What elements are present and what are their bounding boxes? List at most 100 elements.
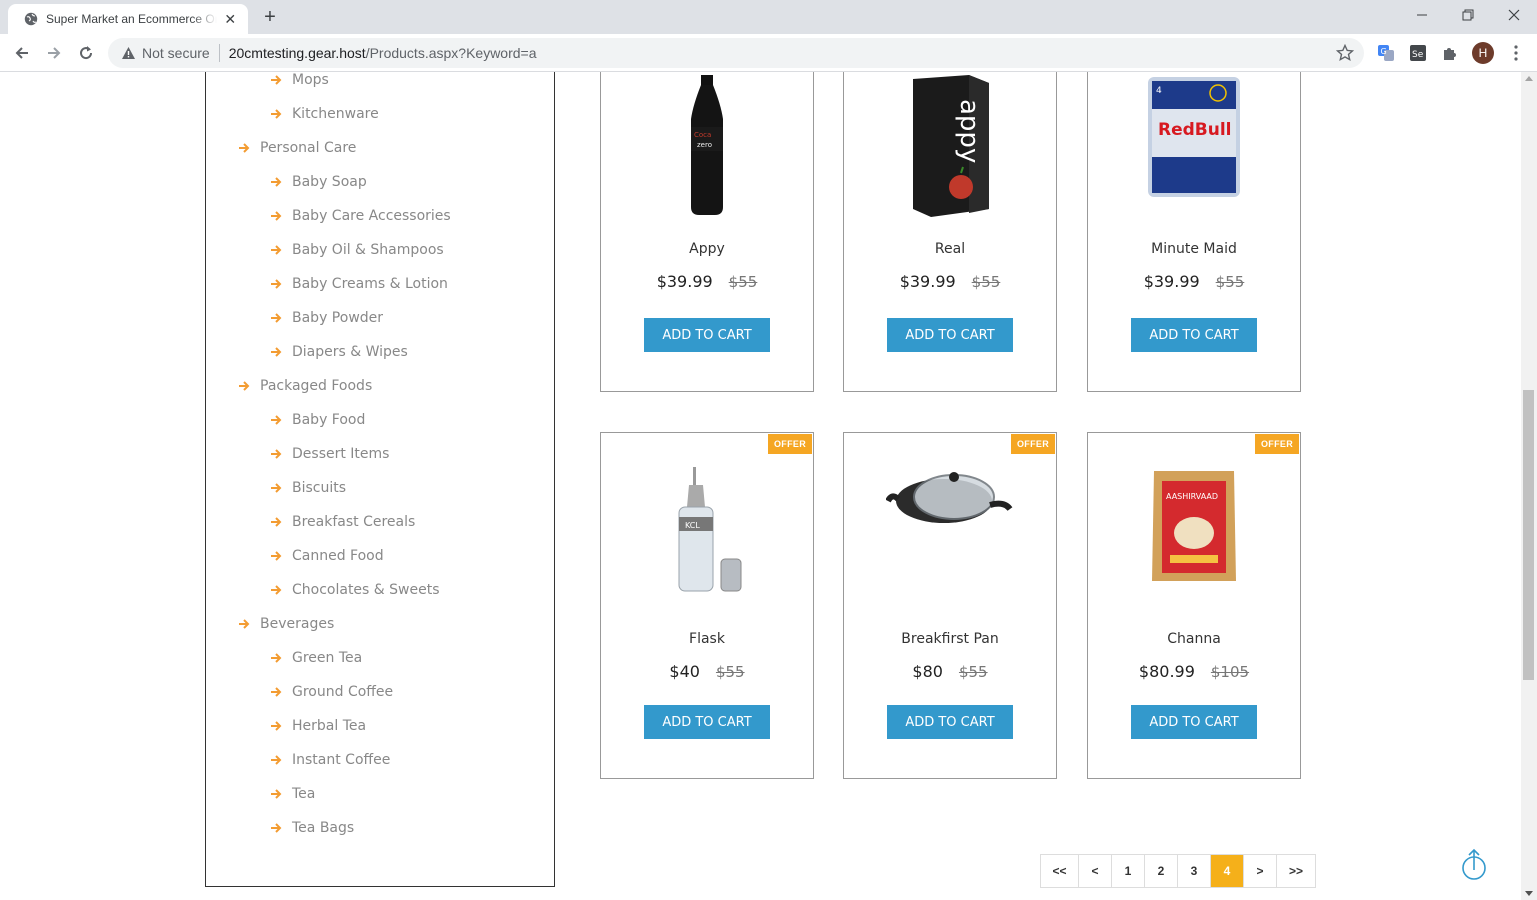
category-item[interactable]: Tea: [270, 786, 315, 802]
svg-text:G: G: [1381, 47, 1387, 56]
product-card: RedBull 4 Minute Maid $39.99 $55 ADD TO CART: [1087, 72, 1301, 392]
category-item[interactable]: Canned Food: [270, 548, 384, 564]
translate-extension-icon[interactable]: G: [1376, 43, 1396, 63]
add-to-cart-button[interactable]: ADD TO CART: [887, 705, 1013, 739]
svg-text:Coca: Coca: [694, 131, 711, 139]
page-prev-button[interactable]: <: [1079, 855, 1112, 887]
svg-text:RedBull: RedBull: [1158, 120, 1232, 140]
category-item[interactable]: Personal Care: [238, 140, 356, 156]
page-last-button[interactable]: >>: [1277, 855, 1315, 887]
add-to-cart-button[interactable]: ADD TO CART: [887, 318, 1013, 352]
category-item[interactable]: Baby Soap: [270, 174, 367, 190]
category-item[interactable]: Baby Creams & Lotion: [270, 276, 448, 292]
bookmark-star-icon[interactable]: [1335, 43, 1355, 62]
product-image[interactable]: RedBull 4: [1088, 75, 1300, 199]
address-separator: [218, 44, 220, 62]
new-tab-icon[interactable]: +: [258, 6, 282, 28]
page-scrollbar[interactable]: [1521, 72, 1537, 900]
forward-icon[interactable]: [42, 41, 66, 65]
category-label: Baby Powder: [292, 310, 384, 326]
add-to-cart-button[interactable]: ADD TO CART: [1131, 318, 1257, 352]
category-item[interactable]: Packaged Foods: [238, 378, 372, 394]
page-first-button[interactable]: <<: [1041, 855, 1079, 887]
minimize-icon[interactable]: [1399, 0, 1445, 30]
category-label: Packaged Foods: [260, 378, 373, 394]
category-label: Herbal Tea: [292, 718, 367, 734]
scroll-down-icon[interactable]: [1525, 891, 1533, 896]
category-label: Dessert Items: [292, 446, 390, 462]
product-prices: $40 $55: [601, 662, 813, 681]
product-image[interactable]: appy: [844, 75, 1056, 217]
product-image[interactable]: Coca zero: [601, 75, 813, 215]
product-old-price: $55: [1215, 273, 1245, 291]
product-price: $80: [912, 662, 943, 681]
product-name[interactable]: Breakfirst Pan: [844, 631, 1056, 647]
arrow-right-icon: [238, 618, 250, 630]
scroll-up-icon[interactable]: [1525, 76, 1533, 81]
add-to-cart-button[interactable]: ADD TO CART: [644, 318, 770, 352]
warning-icon[interactable]: [120, 45, 136, 61]
arrow-right-icon: [270, 278, 282, 290]
category-label: Green Tea: [292, 650, 363, 666]
page-number-button[interactable]: 1: [1112, 855, 1145, 887]
category-item[interactable]: Mops: [270, 72, 329, 88]
category-item[interactable]: Baby Care Accessories: [270, 208, 451, 224]
category-item[interactable]: Green Tea: [270, 650, 362, 666]
product-price: $39.99: [656, 272, 713, 291]
category-item[interactable]: Ground Coffee: [270, 684, 393, 700]
product-image[interactable]: KCL: [601, 467, 813, 595]
add-to-cart-button[interactable]: ADD TO CART: [644, 705, 770, 739]
tab-close-icon[interactable]: ✕: [223, 11, 239, 28]
category-label: Baby Soap: [292, 174, 367, 190]
more-menu-icon[interactable]: [1506, 43, 1526, 63]
selenium-extension-icon[interactable]: Se: [1408, 43, 1428, 63]
arrow-right-icon: [270, 686, 282, 698]
category-item[interactable]: Instant Coffee: [270, 752, 390, 768]
page-next-button[interactable]: >: [1244, 855, 1277, 887]
profile-avatar[interactable]: H: [1472, 42, 1494, 64]
back-icon[interactable]: [10, 41, 34, 65]
product-name[interactable]: Real: [844, 241, 1056, 257]
arrow-right-icon: [270, 108, 282, 120]
category-label: Ground Coffee: [292, 684, 394, 700]
window-close-icon[interactable]: [1491, 0, 1537, 30]
reload-icon[interactable]: [74, 41, 98, 65]
category-item[interactable]: Dessert Items: [270, 446, 389, 462]
page-number-button[interactable]: 2: [1145, 855, 1178, 887]
extensions-puzzle-icon[interactable]: [1440, 43, 1460, 63]
page-number-button[interactable]: 4: [1211, 855, 1244, 887]
product-card: KCL Flask $40 $55 ADD TO CART OFFER: [600, 432, 814, 779]
page-number-button[interactable]: 3: [1178, 855, 1211, 887]
category-item[interactable]: Tea Bags: [270, 820, 354, 836]
category-item[interactable]: Herbal Tea: [270, 718, 366, 734]
product-old-price: $55: [958, 663, 988, 681]
category-item[interactable]: Baby Oil & Shampoos: [270, 242, 444, 258]
category-item[interactable]: Diapers & Wipes: [270, 344, 408, 360]
scroll-to-top-icon[interactable]: [1461, 848, 1487, 882]
category-item[interactable]: Baby Powder: [270, 310, 383, 326]
product-name[interactable]: Channa: [1088, 631, 1300, 647]
restore-icon[interactable]: [1445, 0, 1491, 30]
arrow-right-icon: [270, 312, 282, 324]
address-bar[interactable]: Not secure 20cmtesting.gear.host/Product…: [108, 38, 1364, 68]
category-item[interactable]: Beverages: [238, 616, 334, 632]
product-name[interactable]: Minute Maid: [1088, 241, 1300, 257]
offer-badge: OFFER: [1255, 434, 1299, 454]
browser-tab[interactable]: Super Market an Ecommerce Online ✕: [8, 4, 248, 34]
arrow-right-icon: [270, 346, 282, 358]
product-name[interactable]: Flask: [601, 631, 813, 647]
category-item[interactable]: Kitchenware: [270, 106, 379, 122]
product-image[interactable]: AASHIRVAAD: [1088, 467, 1300, 585]
category-item[interactable]: Baby Food: [270, 412, 365, 428]
category-item[interactable]: Breakfast Cereals: [270, 514, 415, 530]
product-prices: $39.99 $55: [601, 272, 813, 291]
product-price: $80.99: [1138, 662, 1195, 681]
product-image[interactable]: [844, 467, 1056, 531]
not-secure-label[interactable]: Not secure: [142, 45, 210, 61]
offer-badge: OFFER: [1011, 434, 1055, 454]
add-to-cart-button[interactable]: ADD TO CART: [1131, 705, 1257, 739]
scrollbar-thumb[interactable]: [1523, 390, 1534, 680]
category-item[interactable]: Chocolates & Sweets: [270, 582, 440, 598]
category-item[interactable]: Biscuits: [270, 480, 346, 496]
product-name[interactable]: Appy: [601, 241, 813, 257]
